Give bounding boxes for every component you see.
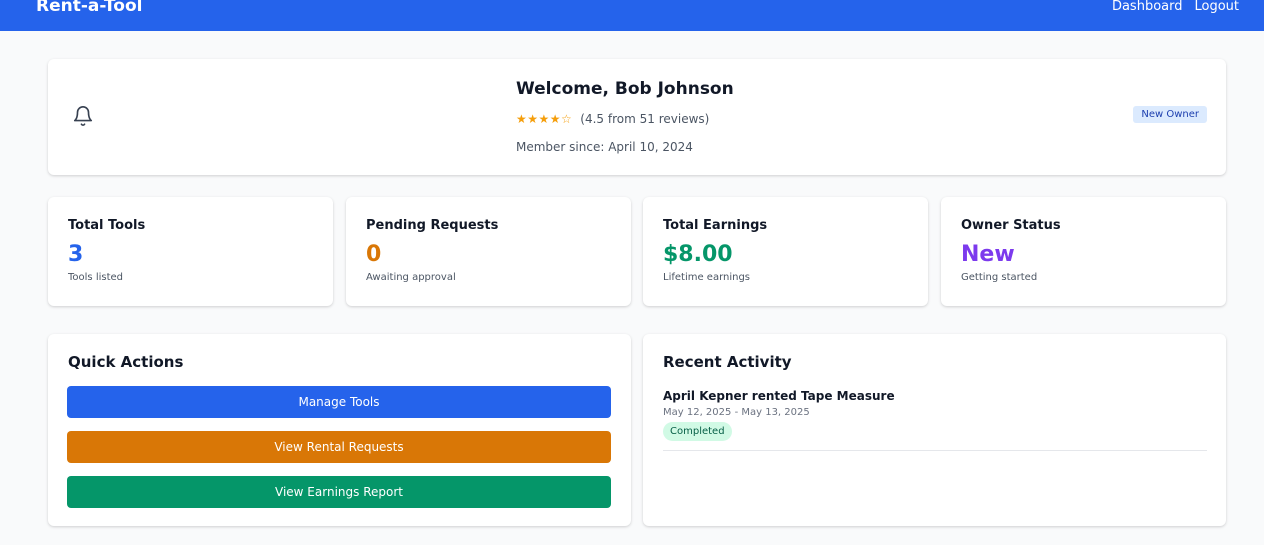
stat-value: 0 [366,242,382,267]
quick-actions-card: Quick Actions Manage Tools View Rental R… [48,334,631,526]
activity-dates: May 12, 2025 - May 13, 2025 [663,407,810,418]
recent-activity-card: Recent Activity April Kepner rented Tape… [643,334,1226,526]
bell-icon[interactable] [72,105,94,127]
stat-card-total-tools: Total Tools 3 Tools listed [48,197,333,306]
brand-logo[interactable]: Rent-a-Tool [36,0,142,16]
welcome-title: Welcome, Bob Johnson [516,79,734,99]
nav-dashboard-link[interactable]: Dashboard [1112,0,1183,14]
stat-card-total-earnings: Total Earnings $8.00 Lifetime earnings [643,197,928,306]
stat-subtitle: Lifetime earnings [663,272,751,283]
owner-badge: New Owner [1133,106,1207,123]
nav-logout-link[interactable]: Logout [1194,0,1239,14]
stat-title: Total Tools [68,218,146,233]
quick-actions-title: Quick Actions [68,353,184,371]
recent-activity-title: Recent Activity [663,353,792,371]
stat-card-pending-requests: Pending Requests 0 Awaiting approval [346,197,631,306]
welcome-card: Welcome, Bob Johnson ★★★★☆ (4.5 from 51 … [48,59,1226,175]
activity-title: April Kepner rented Tape Measure [663,389,895,403]
stat-value: $8.00 [663,242,733,267]
view-earnings-report-button[interactable]: View Earnings Report [67,476,611,508]
stat-subtitle: Tools listed [68,272,123,283]
status-badge: Completed [663,422,732,441]
stat-value: 3 [68,242,84,267]
stat-title: Owner Status [961,218,1061,233]
stat-card-owner-status: Owner Status New Getting started [941,197,1226,306]
rating-stars: ★★★★☆ [516,112,573,126]
stat-value: New [961,242,1015,267]
rating-text: (4.5 from 51 reviews) [580,112,710,126]
activity-item: April Kepner rented Tape Measure May 12,… [663,388,1207,451]
top-navbar: Rent-a-Tool Dashboard Logout [0,0,1264,31]
view-rental-requests-button[interactable]: View Rental Requests [67,431,611,463]
stat-subtitle: Getting started [961,272,1038,283]
manage-tools-button[interactable]: Manage Tools [67,386,611,418]
rating-row: ★★★★☆ (4.5 from 51 reviews) [516,112,709,126]
stat-subtitle: Awaiting approval [366,272,456,283]
stat-title: Pending Requests [366,218,499,233]
member-since: Member since: April 10, 2024 [516,140,693,154]
stat-title: Total Earnings [663,218,768,233]
nav-links: Dashboard Logout [1112,0,1239,14]
